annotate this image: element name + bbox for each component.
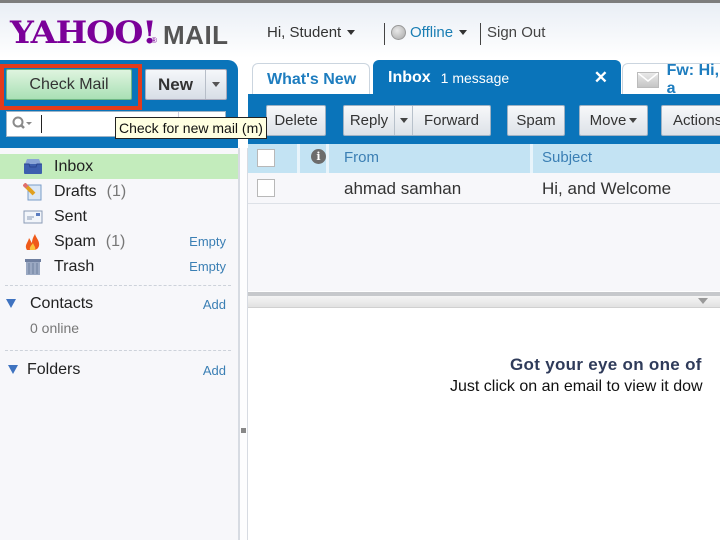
sidebar-item-drafts[interactable]: Drafts (1)	[0, 179, 238, 204]
search-icon[interactable]	[11, 114, 33, 134]
preview-empty-subtitle: Just click on an email to view it dow	[450, 378, 703, 395]
inbox-icon	[23, 158, 43, 176]
folder-name: Spam	[54, 232, 96, 250]
folders-section-header[interactable]: Folders Add	[0, 359, 238, 381]
highlight-box	[0, 64, 142, 110]
splitter-grip-icon[interactable]	[241, 428, 246, 433]
chevron-down-icon	[347, 30, 356, 35]
trash-icon	[23, 258, 43, 276]
sign-out-link[interactable]: Sign Out	[487, 24, 545, 41]
reply-button-group: Reply Forward	[343, 105, 491, 136]
empty-trash-link[interactable]: Empty	[189, 259, 226, 274]
divider	[5, 285, 231, 286]
tab-message-count: 1 message	[440, 70, 510, 86]
move-label: Move	[589, 112, 627, 129]
close-icon[interactable]: ✕	[594, 68, 608, 88]
sent-icon	[23, 208, 43, 226]
delete-button[interactable]: Delete	[266, 105, 326, 136]
tab-message-fw[interactable]: Fw: Hi, a	[622, 61, 720, 97]
chevron-down-icon	[629, 118, 638, 123]
collapse-triangle-icon[interactable]	[8, 365, 18, 374]
spam-icon	[23, 233, 43, 251]
empty-spam-link[interactable]: Empty	[189, 234, 226, 249]
tooltip: Check for new mail (m)	[115, 117, 267, 139]
folder-name: Sent	[54, 207, 87, 225]
top-header: YAHOO! ® MAIL Hi, Student Offline Sign O…	[0, 0, 720, 58]
divider	[480, 23, 481, 45]
user-menu[interactable]: Hi, Student	[267, 24, 356, 41]
new-button-label[interactable]: New	[146, 70, 206, 99]
new-dropdown[interactable]	[206, 70, 226, 99]
contacts-label: Contacts	[30, 295, 94, 312]
logo-mail-text: MAIL	[163, 20, 229, 50]
text-cursor	[41, 115, 42, 133]
tab-label: Inbox	[388, 69, 431, 86]
preview-pane	[248, 309, 720, 540]
tab-label: What's New	[267, 70, 357, 88]
folder-name: Drafts	[54, 182, 97, 200]
panel-splitter[interactable]	[238, 148, 248, 540]
info-icon: i	[311, 149, 326, 164]
chevron-down-icon	[399, 118, 408, 123]
message-subject[interactable]: Hi, and Welcome	[542, 179, 671, 199]
column-header-from[interactable]: From	[344, 149, 379, 166]
column-header-subject[interactable]: Subject	[542, 149, 592, 166]
yahoo-mail-logo[interactable]: YAHOO! ® MAIL	[10, 13, 229, 49]
sidebar: Inbox Drafts(1) Sent Spam(1) Empty Tra	[0, 148, 238, 540]
sidebar-item-sent[interactable]: Sent	[0, 204, 238, 229]
delete-label: Delete	[274, 112, 318, 129]
contacts-online-count: 0 online	[30, 320, 80, 336]
folder-count: (1)	[106, 182, 127, 200]
contacts-section-header[interactable]: Contacts Add	[0, 293, 238, 315]
sidebar-item-spam[interactable]: Spam (1) Empty	[0, 229, 238, 254]
add-contact-link[interactable]: Add	[203, 297, 226, 312]
tab-bar: What's New Inbox 1 message ✕ Fw: Hi, a	[248, 60, 720, 97]
status-menu[interactable]: Offline	[391, 24, 468, 41]
tab-label: Fw: Hi, a	[666, 61, 720, 97]
folder-label: Inbox	[54, 157, 94, 175]
divider	[384, 23, 385, 45]
yahoo-mail-window: YAHOO! ® MAIL Hi, Student Offline Sign O…	[0, 0, 720, 540]
move-button[interactable]: Move	[579, 105, 648, 136]
collapse-triangle-icon[interactable]	[6, 299, 16, 308]
spam-button[interactable]: Spam	[507, 105, 565, 136]
preview-empty-title: Got your eye on one of	[510, 355, 702, 374]
greeting-text: Hi, Student	[267, 24, 342, 41]
add-folder-link[interactable]: Add	[203, 363, 226, 378]
folder-name: Trash	[54, 257, 95, 275]
envelope-icon	[637, 71, 659, 88]
select-all-checkbox[interactable]	[257, 149, 275, 167]
folders-label: Folders	[27, 361, 81, 378]
reply-button[interactable]: Reply	[344, 106, 395, 135]
new-button[interactable]: New	[145, 69, 227, 100]
chevron-down-icon	[212, 82, 220, 87]
sidebar-item-trash[interactable]: Trash Empty	[0, 254, 238, 279]
actions-label: Actions	[673, 112, 720, 129]
collapse-arrow-icon[interactable]	[698, 298, 708, 304]
forward-button[interactable]: Forward	[413, 106, 490, 135]
folder-count: (1)	[105, 232, 126, 250]
folder-label: Drafts (1)	[54, 183, 126, 201]
chevron-down-icon	[459, 30, 468, 35]
message-checkbox[interactable]	[257, 179, 275, 197]
status-text: Offline	[410, 24, 454, 41]
offline-status-icon	[391, 25, 406, 40]
folder-label: Spam (1)	[54, 233, 125, 251]
sidebar-item-inbox[interactable]: Inbox	[0, 154, 238, 179]
preview-pane-header	[248, 296, 720, 308]
message-toolbar: Delete Reply Forward Spam Move Actions	[248, 94, 720, 144]
message-from[interactable]: ahmad samhan	[344, 179, 461, 199]
reply-dropdown[interactable]	[395, 106, 413, 135]
divider	[5, 350, 231, 351]
tab-whats-new[interactable]: What's New	[252, 63, 370, 95]
spam-label: Spam	[516, 112, 556, 129]
actions-button[interactable]: Actions	[661, 105, 720, 136]
drafts-icon	[22, 182, 43, 201]
tab-inbox[interactable]: Inbox 1 message ✕	[373, 60, 621, 95]
logo-yahoo-text: YAHOO!	[10, 15, 157, 51]
